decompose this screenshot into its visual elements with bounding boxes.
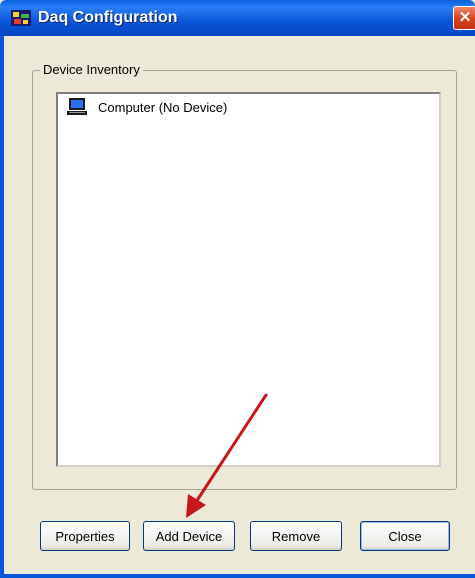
window-frame-bottom (0, 574, 475, 578)
title-bar[interactable]: Daq Configuration ✕ (0, 0, 475, 36)
add-device-button[interactable]: Add Device (143, 521, 235, 551)
window-frame-left (0, 36, 4, 578)
remove-button[interactable]: Remove (250, 521, 342, 551)
window-title: Daq Configuration (38, 9, 178, 26)
list-item[interactable]: Computer (No Device) (66, 96, 227, 118)
close-button[interactable]: Close (360, 521, 450, 551)
list-item-label: Computer (No Device) (98, 99, 228, 115)
properties-button[interactable]: Properties (40, 521, 130, 551)
computer-icon (67, 98, 87, 115)
device-inventory-list[interactable]: Computer (No Device) (56, 92, 441, 467)
daq-configuration-window: Daq Configuration ✕ Device Inventory Com… (0, 0, 475, 578)
daq-app-icon (11, 10, 31, 26)
close-icon[interactable]: ✕ (453, 6, 475, 30)
device-inventory-label: Device Inventory (40, 62, 143, 77)
